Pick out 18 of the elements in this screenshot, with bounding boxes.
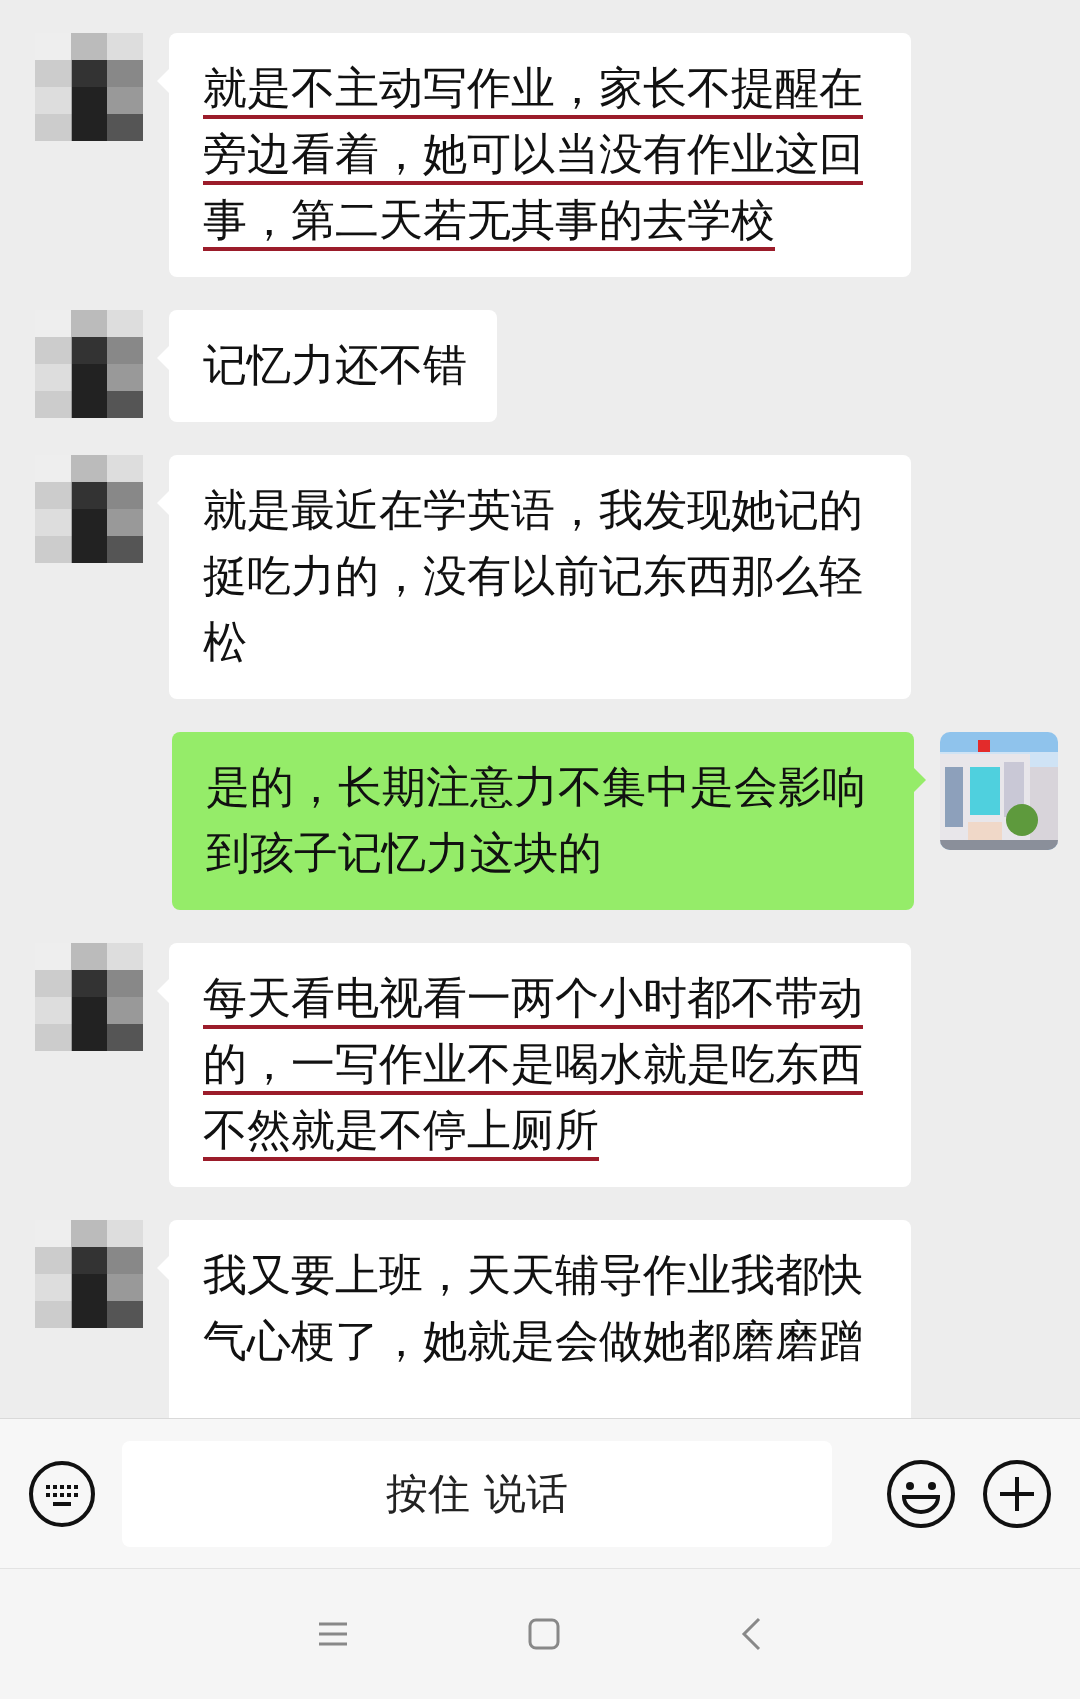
message-bubble[interactable]: 每天看电视看一两个小时都不带动的，一写作业不是喝水就是吃东西不然就是不停上厕所 — [169, 943, 911, 1187]
message-bubble[interactable]: 记忆力还不错 — [169, 310, 497, 422]
back-icon[interactable] — [740, 1617, 762, 1651]
menu-icon[interactable] — [318, 1621, 348, 1647]
add-icon[interactable] — [982, 1458, 1052, 1529]
avatar[interactable] — [35, 943, 143, 1051]
message-bubble[interactable]: 是的，长期注意力不集中是会影响到孩子记忆力这块的 — [172, 732, 914, 910]
avatar[interactable] — [35, 33, 143, 141]
avatar[interactable] — [35, 1220, 143, 1328]
avatar[interactable] — [35, 455, 143, 563]
home-icon[interactable] — [528, 1618, 560, 1650]
message-bubble[interactable]: 就是最近在学英语，我发现她记的挺吃力的，没有以前记东西那么轻松 — [169, 455, 911, 699]
message-bubble[interactable]: 就是不主动写作业，家长不提醒在旁边看着，她可以当没有作业这回事，第二天若无其事的去学校 — [169, 33, 911, 277]
avatar[interactable] — [35, 310, 143, 418]
keyboard-icon[interactable] — [28, 1459, 96, 1528]
message-bubble[interactable]: 我又要上班，天天辅导作业我都快气心梗了，她就是会做她都磨磨蹭 — [169, 1220, 911, 1418]
emoji-icon[interactable] — [886, 1458, 956, 1529]
hold-to-talk-button[interactable]: 按住 说话 — [122, 1440, 832, 1547]
